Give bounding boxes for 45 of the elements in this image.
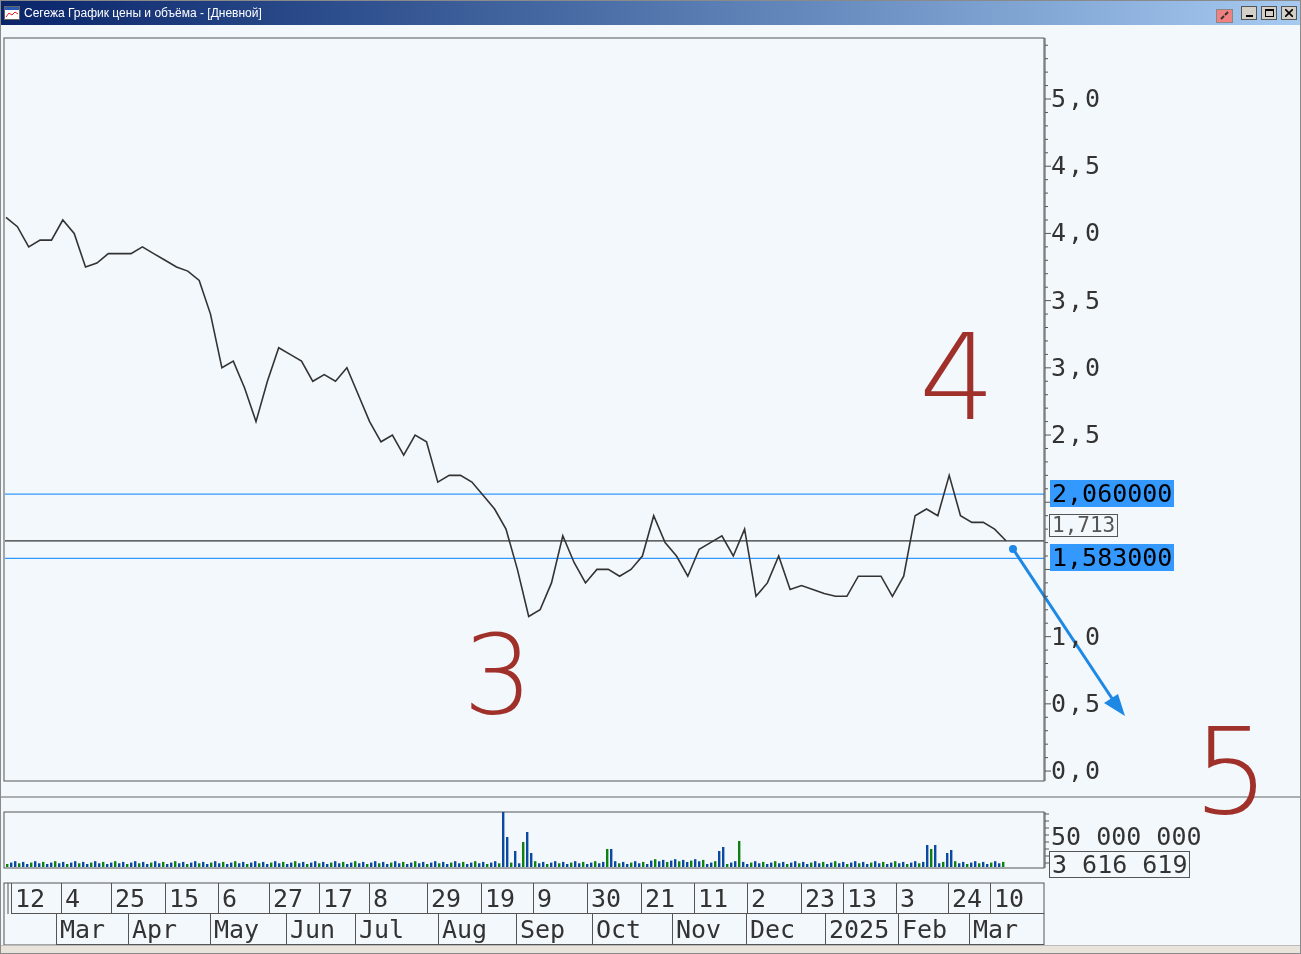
date-label: 19 — [481, 883, 533, 914]
horizontal-scrollbar[interactable] — [1, 945, 1300, 953]
date-label: 6 — [218, 883, 269, 914]
date-label: 29 — [427, 883, 481, 914]
date-label: 4 — [61, 883, 111, 914]
date-label: 3 — [896, 883, 948, 914]
date-label: 11 — [694, 883, 747, 914]
axis-tick-label: 0,5 — [1051, 690, 1103, 716]
date-label: 8 — [369, 883, 427, 914]
date-label: 17 — [319, 883, 369, 914]
window-title: Сегежа График цены и объёма - [Дневной] — [24, 5, 262, 22]
date-label: 2 — [747, 883, 801, 914]
date-label: 27 — [269, 883, 319, 914]
date-label: 23 — [801, 883, 843, 914]
date-label: 24 — [948, 883, 990, 914]
close-icon — [1285, 9, 1293, 17]
volume-axis — [1044, 811, 1050, 869]
handwritten-number: 4 — [919, 318, 996, 438]
axis-tick-label: 0,0 — [1051, 758, 1103, 784]
axis-tick-label: 5,0 — [1051, 86, 1103, 111]
handwritten-number: 3 — [463, 620, 533, 730]
date-label: 9 — [533, 883, 587, 914]
close-button[interactable] — [1281, 6, 1297, 20]
date-label: 25 — [111, 883, 165, 914]
maximize-button[interactable] — [1261, 6, 1277, 20]
axis-tick-label: 2,5 — [1051, 422, 1103, 448]
axis-tick-label: 3,5 — [1051, 287, 1103, 313]
axis-tick-label: 3,0 — [1051, 354, 1103, 380]
date-label: 21 — [641, 883, 694, 914]
last-price-label: 1,713 — [1049, 513, 1119, 537]
date-label: 15 — [165, 883, 218, 914]
link-icon — [1219, 11, 1230, 21]
minimize-button[interactable] — [1241, 6, 1257, 20]
level-label: 2,060000 — [1050, 480, 1175, 508]
current-volume-label: 3 616 619 — [1049, 851, 1191, 878]
level-line[interactable] — [4, 557, 1045, 559]
date-label: 13 — [843, 883, 896, 914]
link-button[interactable] — [1216, 9, 1233, 23]
date-label: 10 — [990, 883, 1044, 914]
date-label: 12 — [11, 883, 61, 914]
date-label: 30 — [587, 883, 641, 914]
axis-tick-label: 4,5 — [1051, 153, 1103, 179]
chart-app-icon — [4, 6, 20, 20]
axis-tick-label: 4,0 — [1051, 220, 1103, 246]
level-label: 1,583000 — [1050, 544, 1175, 572]
